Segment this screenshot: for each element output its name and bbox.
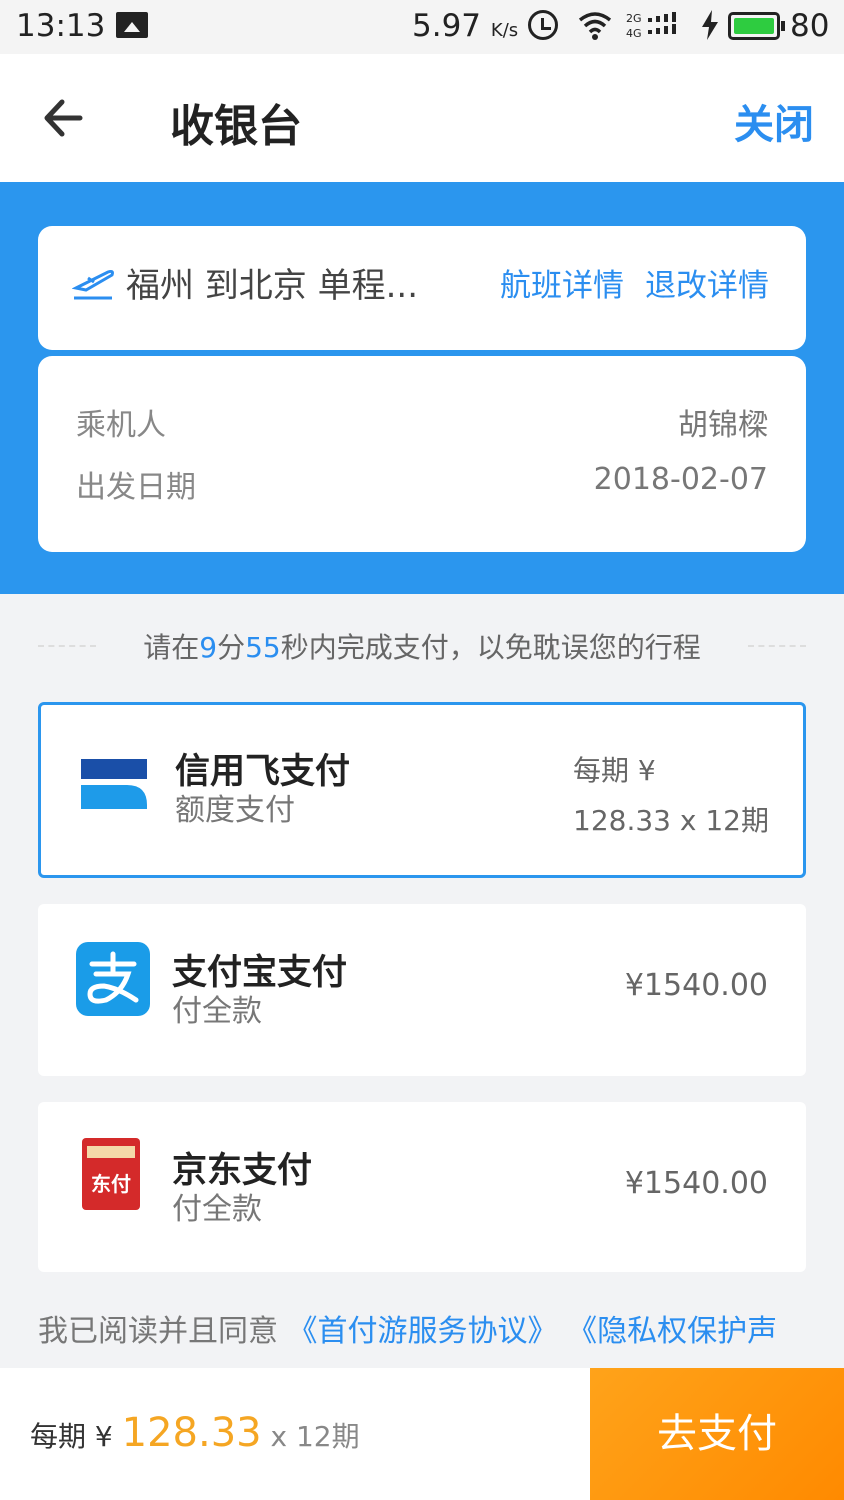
svg-text:4G: 4G	[626, 27, 642, 40]
network-speed: 5.97 K/s	[412, 8, 518, 44]
refund-detail-link[interactable]: 退改详情	[645, 260, 769, 305]
payment-sub: 额度支付	[175, 793, 295, 828]
per-term-value: 128.33 x 12期	[573, 804, 769, 837]
bottom-amount: 每期 ¥ 128.33 x 12期	[30, 1410, 360, 1456]
battery-icon	[728, 12, 785, 40]
status-time: 13:13	[16, 8, 106, 44]
countdown-prefix: 请在	[143, 631, 200, 664]
passenger-name: 胡锦樑	[678, 408, 768, 443]
bottom-terms: x 12期	[270, 1420, 360, 1453]
payment-price: ¥1540.00	[624, 968, 768, 1003]
countdown-text: 请在9分55秒内完成支付，以免耽误您的行程	[0, 626, 844, 666]
battery-level: 80	[790, 8, 830, 44]
ticket-divider	[38, 350, 806, 354]
departure-date-value: 2018-02-07	[593, 462, 768, 497]
bottom-pay-bar: 每期 ¥ 128.33 x 12期 去支付	[0, 1368, 844, 1500]
close-button[interactable]: 关闭	[734, 92, 814, 150]
payment-sub: 付全款	[172, 1192, 262, 1227]
payment-sub: 付全款	[172, 994, 262, 1029]
flight-route: 福州 到北京 单程...	[126, 266, 419, 306]
payment-price: ¥1540.00	[624, 1166, 768, 1201]
service-agreement-link[interactable]: 《首付游服务协议》	[288, 1314, 558, 1349]
countdown-min-unit: 分	[217, 631, 246, 664]
countdown-minutes: 9	[199, 631, 218, 664]
flight-info-section: 福州 到北京 单程... 航班详情 退改详情 乘机人 胡锦樑 出发日期 2018…	[0, 182, 844, 594]
status-bar: 13:13 5.97 K/s 2G 4G 80	[0, 0, 844, 54]
jdpay-icon-text: 东付	[91, 1172, 131, 1196]
flight-route-card: 福州 到北京 单程... 航班详情 退改详情	[38, 226, 806, 350]
page-title: 收银台	[170, 101, 302, 152]
agreement-text: 我已阅读并且同意 《首付游服务协议》 《隐私权保护声	[38, 1306, 844, 1350]
passenger-label: 乘机人	[76, 408, 166, 443]
jdpay-icon: 东付	[82, 1138, 140, 1210]
back-arrow-icon[interactable]	[40, 90, 88, 146]
app-header: 收银台 关闭	[0, 54, 844, 182]
wifi-icon	[578, 12, 612, 40]
payment-option-jdpay[interactable]: 东付 京东支付 付全款 ¥1540.00	[38, 1102, 806, 1272]
countdown-suffix: 秒内完成支付，以免耽误您的行程	[280, 631, 701, 664]
pay-button[interactable]: 去支付	[590, 1368, 844, 1500]
payment-option-xinyongfei[interactable]: 信用飞支付 额度支付 每期 ¥ 128.33 x 12期	[38, 702, 806, 878]
per-term-label: 每期 ¥	[573, 754, 656, 787]
departure-date-label: 出发日期	[76, 470, 196, 505]
agreement-prefix: 我已阅读并且同意	[38, 1314, 278, 1349]
countdown-seconds: 55	[245, 631, 281, 664]
jdpay-icon-stripe	[87, 1146, 135, 1158]
charging-icon	[702, 10, 718, 40]
bottom-per-label: 每期 ¥	[30, 1420, 113, 1453]
privacy-policy-link[interactable]: 《隐私权保护声	[567, 1314, 777, 1349]
svg-text:2G: 2G	[626, 12, 642, 25]
payment-option-alipay[interactable]: 支付宝支付 付全款 ¥1540.00	[38, 904, 806, 1076]
payment-countdown: 请在9分55秒内完成支付，以免耽误您的行程	[0, 626, 844, 666]
credit-card-icon	[81, 759, 147, 809]
network-speed-value: 5.97	[412, 8, 482, 44]
gallery-icon	[116, 12, 148, 38]
flight-detail-card: 乘机人 胡锦樑 出发日期 2018-02-07	[38, 356, 806, 552]
bottom-amount-value: 128.33	[121, 1410, 262, 1456]
alipay-icon	[76, 942, 150, 1016]
alarm-icon	[528, 10, 558, 40]
flight-detail-link[interactable]: 航班详情	[500, 260, 624, 305]
signal-icon: 2G 4G	[626, 12, 676, 40]
plane-icon	[72, 269, 114, 300]
network-speed-unit: K/s	[490, 20, 519, 41]
